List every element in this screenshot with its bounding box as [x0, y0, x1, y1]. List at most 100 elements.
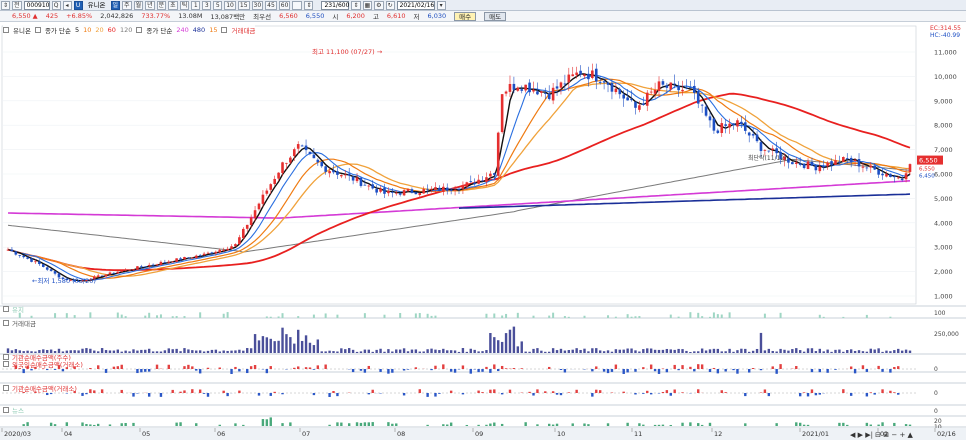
news-bar: [218, 424, 221, 426]
candle-body: [128, 269, 131, 271]
candle-body: [634, 101, 637, 108]
checkbox-icon[interactable]: [136, 27, 143, 33]
minute-45[interactable]: 45: [265, 0, 277, 10]
amount-bar: [571, 349, 574, 353]
candle-body: [720, 123, 724, 134]
candle-body: [351, 176, 355, 181]
panel1-bar: [552, 312, 555, 318]
candle-body: [492, 173, 496, 175]
prev-stock-icon[interactable]: ◂: [62, 0, 72, 10]
checkbox-icon[interactable]: [3, 27, 9, 33]
ask-price: 6,560: [279, 12, 298, 20]
candle-body: [873, 165, 877, 170]
news-bar: [281, 423, 284, 426]
minute-custom-input[interactable]: [292, 0, 303, 10]
stepper-icon[interactable]: ⇕: [304, 0, 314, 10]
display-count-input[interactable]: 231/600: [321, 0, 350, 10]
checkbox-icon[interactable]: [3, 306, 9, 312]
inst-bar: [191, 389, 194, 393]
volume-value: 2,042,826: [100, 12, 134, 20]
minute-10[interactable]: 10: [224, 0, 236, 10]
count-stepper-icon[interactable]: ⇕: [351, 0, 361, 10]
inst-bar: [367, 393, 370, 395]
candle-body: [273, 178, 276, 184]
panel1-bar: [501, 315, 504, 318]
sell-tab[interactable]: 매도: [484, 11, 507, 21]
minute-5[interactable]: 5: [213, 0, 223, 10]
chart-area[interactable]: 11,000 10,000 9,000 8,000 7,000 6,000 5,000 4,0…: [0, 22, 966, 440]
panel1-bar: [324, 313, 327, 318]
grid-icon[interactable]: ▦: [362, 0, 373, 10]
minute-60[interactable]: 60: [278, 0, 291, 10]
minute-3[interactable]: 3: [202, 0, 212, 10]
candle-body: [136, 266, 139, 270]
candle-body: [618, 88, 622, 95]
netbuy-bar: [297, 366, 300, 369]
scroll-controls-icon: ◀ ▶ ▶| ⊟ ⊞ − + ▲: [850, 431, 914, 439]
candle-body: [583, 74, 586, 77]
open-price: 6,200: [346, 12, 365, 20]
amount-bar: [281, 327, 284, 353]
netbuy-bar: [191, 366, 194, 369]
netbuy-bar: [779, 364, 782, 369]
netbuy-bar: [591, 369, 594, 372]
settings-icon[interactable]: ⚙: [374, 0, 384, 10]
minute-15[interactable]: 15: [237, 0, 250, 10]
checkbox-icon[interactable]: [3, 320, 9, 326]
amount-bar: [198, 350, 202, 353]
candle-body: [41, 264, 45, 267]
checkbox-icon[interactable]: [34, 27, 41, 33]
price-chart[interactable]: 11,000 10,000 9,000 8,000 7,000 6,000 5,000 4,0…: [0, 22, 966, 440]
buy-tab[interactable]: 매수: [454, 11, 477, 21]
high-annotation: 최고 11,100 (07/27) →: [312, 47, 383, 56]
search-type-button[interactable]: 전: [12, 0, 22, 10]
inst-bar: [881, 389, 884, 393]
period-second[interactable]: 초: [168, 0, 178, 10]
inst-bar: [147, 393, 151, 397]
refresh-icon[interactable]: ↻: [385, 0, 395, 10]
netbuy-bar: [167, 364, 170, 369]
checkbox-icon[interactable]: [221, 27, 228, 33]
date-input[interactable]: 2021/02/16: [396, 0, 435, 10]
inst-bar: [438, 393, 441, 394]
period-minute[interactable]: 분: [156, 0, 167, 10]
candle-body: [481, 180, 484, 182]
amount-bar: [767, 348, 771, 353]
legend-ma60: 60: [107, 26, 116, 34]
amount-bar: [410, 349, 414, 353]
minute-30[interactable]: 30: [251, 0, 264, 10]
amount-bar: [163, 350, 167, 353]
candle-body: [806, 161, 810, 170]
period-week[interactable]: 주: [122, 0, 132, 10]
amount-bar: [402, 348, 406, 353]
checkbox-icon[interactable]: [3, 361, 9, 367]
candle-body: [504, 91, 508, 94]
news-bar: [485, 424, 488, 426]
candle-body: [367, 185, 371, 187]
period-day[interactable]: 일: [110, 0, 121, 10]
panel-label-6: 뉴스: [12, 407, 24, 415]
period-tick[interactable]: 틱: [179, 0, 190, 10]
search-icon[interactable]: Q: [51, 0, 61, 10]
minute-1[interactable]: 1: [191, 0, 201, 10]
netbuy-bar: [89, 368, 92, 369]
calendar-icon[interactable]: ▾: [436, 0, 446, 10]
netbuy-bar: [351, 369, 355, 373]
candle-body: [453, 189, 457, 191]
checkbox-icon[interactable]: [3, 407, 9, 413]
stock-code-input[interactable]: 000910: [23, 0, 50, 10]
period-year[interactable]: 년: [145, 0, 155, 10]
candle-body: [340, 175, 343, 177]
news-bar: [81, 422, 84, 426]
news-bar: [606, 423, 610, 426]
panel-legend-2: 거래대금: [3, 318, 36, 328]
amount-bar: [559, 348, 563, 353]
candle-body: [724, 124, 727, 126]
checkbox-icon[interactable]: [3, 385, 9, 391]
candle-body: [214, 251, 218, 254]
dropdown-icon[interactable]: ⇕: [1, 0, 11, 10]
period-month[interactable]: 월: [133, 0, 144, 10]
candle-body: [881, 173, 884, 176]
legend-ma10: 10: [83, 26, 92, 34]
candle-body: [869, 165, 873, 168]
